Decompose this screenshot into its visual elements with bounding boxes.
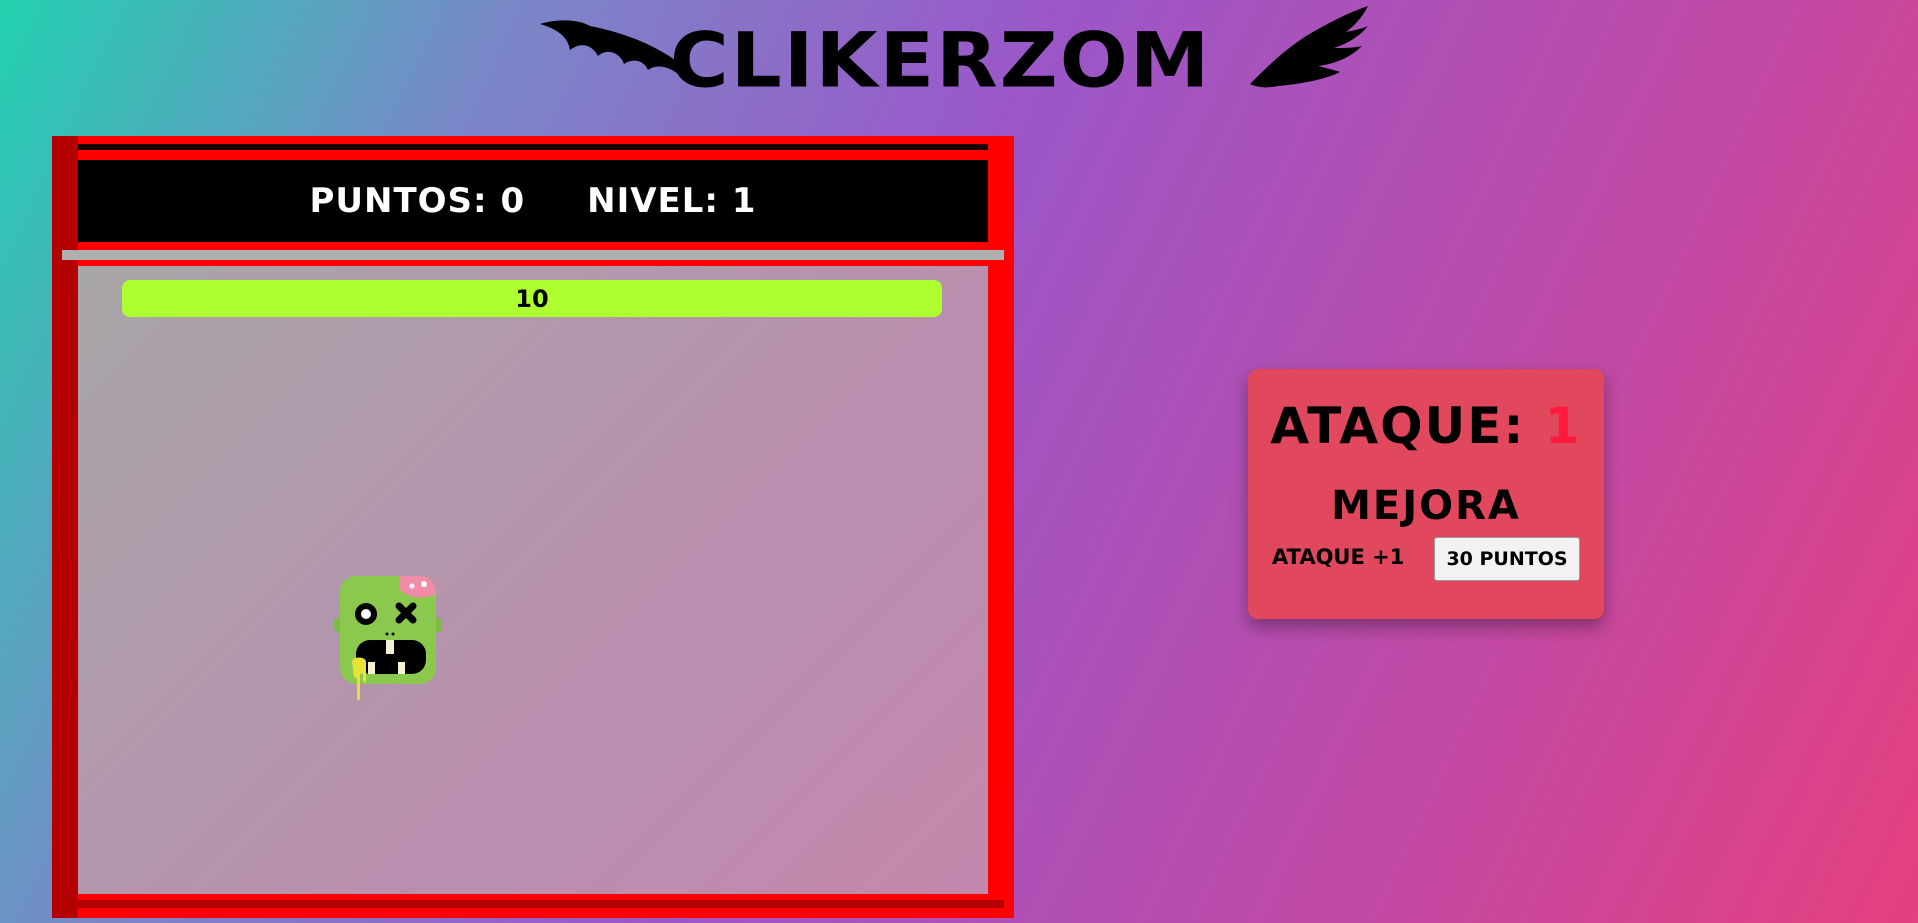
frame-top-bar (78, 144, 988, 150)
upgrade-item-label: ATAQUE +1 (1272, 545, 1405, 569)
hud-divider (62, 250, 1004, 260)
points-display: PUNTOS: 0 (309, 181, 526, 221)
buy-attack-upgrade-button[interactable]: 30 PUNTOS (1434, 537, 1580, 581)
game-arena[interactable]: 10 (78, 266, 988, 894)
frame-top-bevel (52, 136, 1014, 144)
upgrade-title: MEJORA (1331, 483, 1521, 529)
level-display: NIVEL: 1 (587, 181, 757, 221)
game-frame: PUNTOS: 0 NIVEL: 1 10 (52, 136, 1014, 918)
enemy-health-value: 10 (515, 284, 549, 313)
attack-stat: ATAQUE: 1 (1248, 397, 1604, 455)
upgrade-panel: ATAQUE: 1 MEJORA ATAQUE +1 30 PUNTOS (1248, 369, 1604, 619)
game-logo: CLIKERZOM (540, 4, 1370, 110)
enemy-health-bar: 10 (122, 280, 942, 317)
logo-text: CLIKERZOM (670, 16, 1212, 105)
bat-wing-icon (540, 20, 678, 74)
attack-label: ATAQUE: (1270, 397, 1545, 455)
frame-bottom-bar (62, 900, 1004, 908)
zombie-head-icon[interactable] (334, 566, 444, 716)
feather-wing-icon (1250, 6, 1368, 88)
attack-value: 1 (1544, 397, 1582, 455)
hud-bar: PUNTOS: 0 NIVEL: 1 (78, 160, 988, 242)
